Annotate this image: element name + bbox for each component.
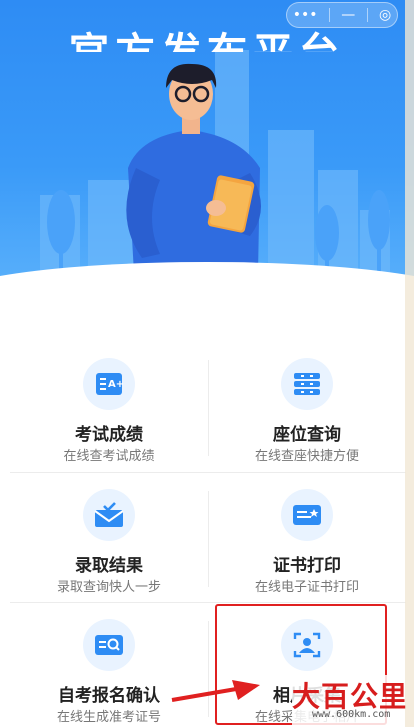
service-title: 录取结果 xyxy=(75,556,143,576)
seat-icon xyxy=(281,358,333,410)
admission-envelope-icon xyxy=(83,489,135,541)
search-doc-icon xyxy=(83,619,135,671)
service-seat-lookup[interactable]: 座位查询 在线查座快捷方便 xyxy=(208,342,406,472)
service-subtitle: 在线查考试成绩 xyxy=(63,449,155,464)
capsule-divider xyxy=(328,8,330,22)
more-menu-icon[interactable]: ••• xyxy=(293,7,318,23)
service-title: 座位查询 xyxy=(273,425,341,445)
svg-text:A+: A+ xyxy=(108,379,123,390)
service-subtitle: 在线查座快捷方便 xyxy=(254,449,359,464)
service-exam-scores[interactable]: A+ 考试成绩 在线查考试成绩 xyxy=(10,342,208,472)
right-edge-strip xyxy=(405,0,414,727)
watermark-url: www.600km.com xyxy=(312,709,391,720)
service-subtitle: 录取查询快人一步 xyxy=(56,580,161,595)
hero-bottom-curve xyxy=(0,262,414,300)
service-row: 录取结果 录取查询快人一步 证书打印 在线电子证书打印 xyxy=(10,472,406,602)
capsule-divider xyxy=(366,8,368,22)
close-icon[interactable]: ◎ xyxy=(379,7,391,23)
certificate-icon xyxy=(281,489,333,541)
service-subtitle: 在线生成准考证号 xyxy=(56,710,161,725)
service-title: 考试成绩 xyxy=(75,425,143,445)
service-row: A+ 考试成绩 在线查考试成绩 座位查询 在线查座快捷方便 xyxy=(10,342,406,472)
minimize-icon[interactable]: — xyxy=(341,7,355,23)
service-registration-confirm[interactable]: 自考报名确认 在线生成准考证号 xyxy=(10,603,208,727)
watermark: 大百公里 www.600km.com xyxy=(292,675,414,727)
grade-report-icon: A+ xyxy=(83,358,135,410)
service-admission-result[interactable]: 录取结果 录取查询快人一步 xyxy=(10,473,208,603)
service-subtitle: 在线电子证书打印 xyxy=(254,580,359,595)
red-arrow-icon xyxy=(171,680,260,702)
tree-right-2 xyxy=(368,190,390,280)
mini-program-capsule[interactable]: ••• — ◎ xyxy=(286,2,398,28)
service-title: 证书打印 xyxy=(273,556,341,576)
service-certificate-print[interactable]: 证书打印 在线电子证书打印 xyxy=(208,473,406,603)
hero-banner: 官方发布平台 xyxy=(0,0,414,300)
